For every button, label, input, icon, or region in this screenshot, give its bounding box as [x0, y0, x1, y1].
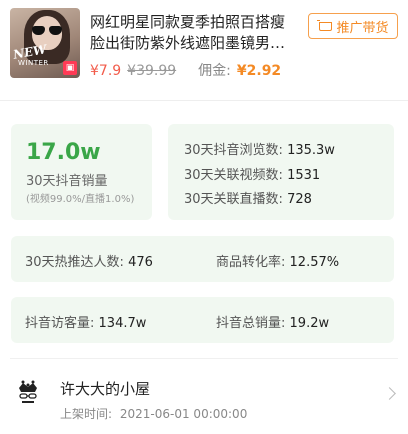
- section-divider: [0, 100, 408, 101]
- current-price: ¥7.9: [90, 63, 122, 79]
- videos-label: 30天关联视频数:: [184, 168, 283, 183]
- lives-value: 728: [287, 192, 312, 207]
- product-title[interactable]: 网红明星同款夏季拍照百搭瘦脸出街防紫外线遮阳墨镜男…: [90, 12, 298, 54]
- sales-card: 17.0w 30天抖音销量 (视频99.0%/直播1.0%): [11, 124, 152, 220]
- shop-badge-icon: ▣: [63, 61, 77, 75]
- price-row: ¥7.9 ¥39.99 佣金: ¥2.92: [90, 60, 281, 80]
- visits-card: 抖音访客量: 134.7w 抖音总销量: 19.2w: [11, 297, 394, 343]
- commission-value: ¥2.92: [236, 63, 282, 79]
- listing-time-row: 上架时间: 2021-06-01 00:00:00: [60, 405, 247, 422]
- total-sales-label: 抖音总销量:: [216, 316, 286, 331]
- cart-icon: [317, 19, 333, 33]
- product-image[interactable]: NEW WINTER ▣: [10, 8, 80, 78]
- views-value: 135.3w: [287, 143, 335, 158]
- promote-button[interactable]: 推广带货: [308, 13, 398, 39]
- crown-logo-icon: [19, 380, 37, 403]
- sales-value: 17.0w: [26, 140, 101, 165]
- videos-row: 30天关联视频数: 1531: [184, 164, 320, 183]
- listing-time-value: 2021-06-01 00:00:00: [119, 407, 248, 421]
- views-row: 30天抖音浏览数: 135.3w: [184, 139, 335, 158]
- image-text-winter: WINTER: [18, 59, 49, 67]
- promoters-card: 30天热推达人数: 476 商品转化率: 12.57%: [11, 236, 394, 282]
- product-header: NEW WINTER ▣ 网红明星同款夏季拍照百搭瘦脸出街防紫外线遮阳墨镜男… …: [10, 8, 400, 84]
- views-label: 30天抖音浏览数:: [184, 143, 283, 158]
- conversion-label: 商品转化率:: [216, 255, 286, 270]
- chevron-right-icon[interactable]: [383, 387, 396, 400]
- total-sales-value: 19.2w: [289, 316, 330, 331]
- sales-label: 30天抖音销量: [26, 174, 108, 189]
- commission-label: 佣金:: [198, 63, 231, 79]
- visits-value: 134.7w: [98, 316, 147, 331]
- visits-stat: 抖音访客量: 134.7w: [25, 312, 146, 331]
- sunglasses-graphic: [32, 26, 62, 35]
- conversion-stat: 商品转化率: 12.57%: [216, 251, 339, 270]
- shop-divider: [10, 358, 398, 359]
- videos-value: 1531: [287, 168, 321, 183]
- sales-breakdown: (视频99.0%/直播1.0%): [26, 194, 135, 205]
- promoters-value: 476: [128, 255, 153, 270]
- visits-label: 抖音访客量:: [25, 316, 95, 331]
- promoters-label: 30天热推达人数:: [25, 255, 124, 270]
- total-sales-stat: 抖音总销量: 19.2w: [216, 312, 329, 331]
- original-price: ¥39.99: [127, 63, 177, 79]
- views-card: 30天抖音浏览数: 135.3w 30天关联视频数: 1531 30天关联直播数…: [168, 124, 394, 220]
- promoters-stat: 30天热推达人数: 476: [25, 251, 153, 270]
- conversion-value: 12.57%: [289, 255, 340, 270]
- lives-label: 30天关联直播数:: [184, 192, 283, 207]
- shop-name: 许大大的小屋: [60, 380, 151, 398]
- lives-row: 30天关联直播数: 728: [184, 188, 312, 207]
- listing-time-label: 上架时间:: [60, 407, 113, 421]
- promote-button-label: 推广带货: [336, 20, 389, 36]
